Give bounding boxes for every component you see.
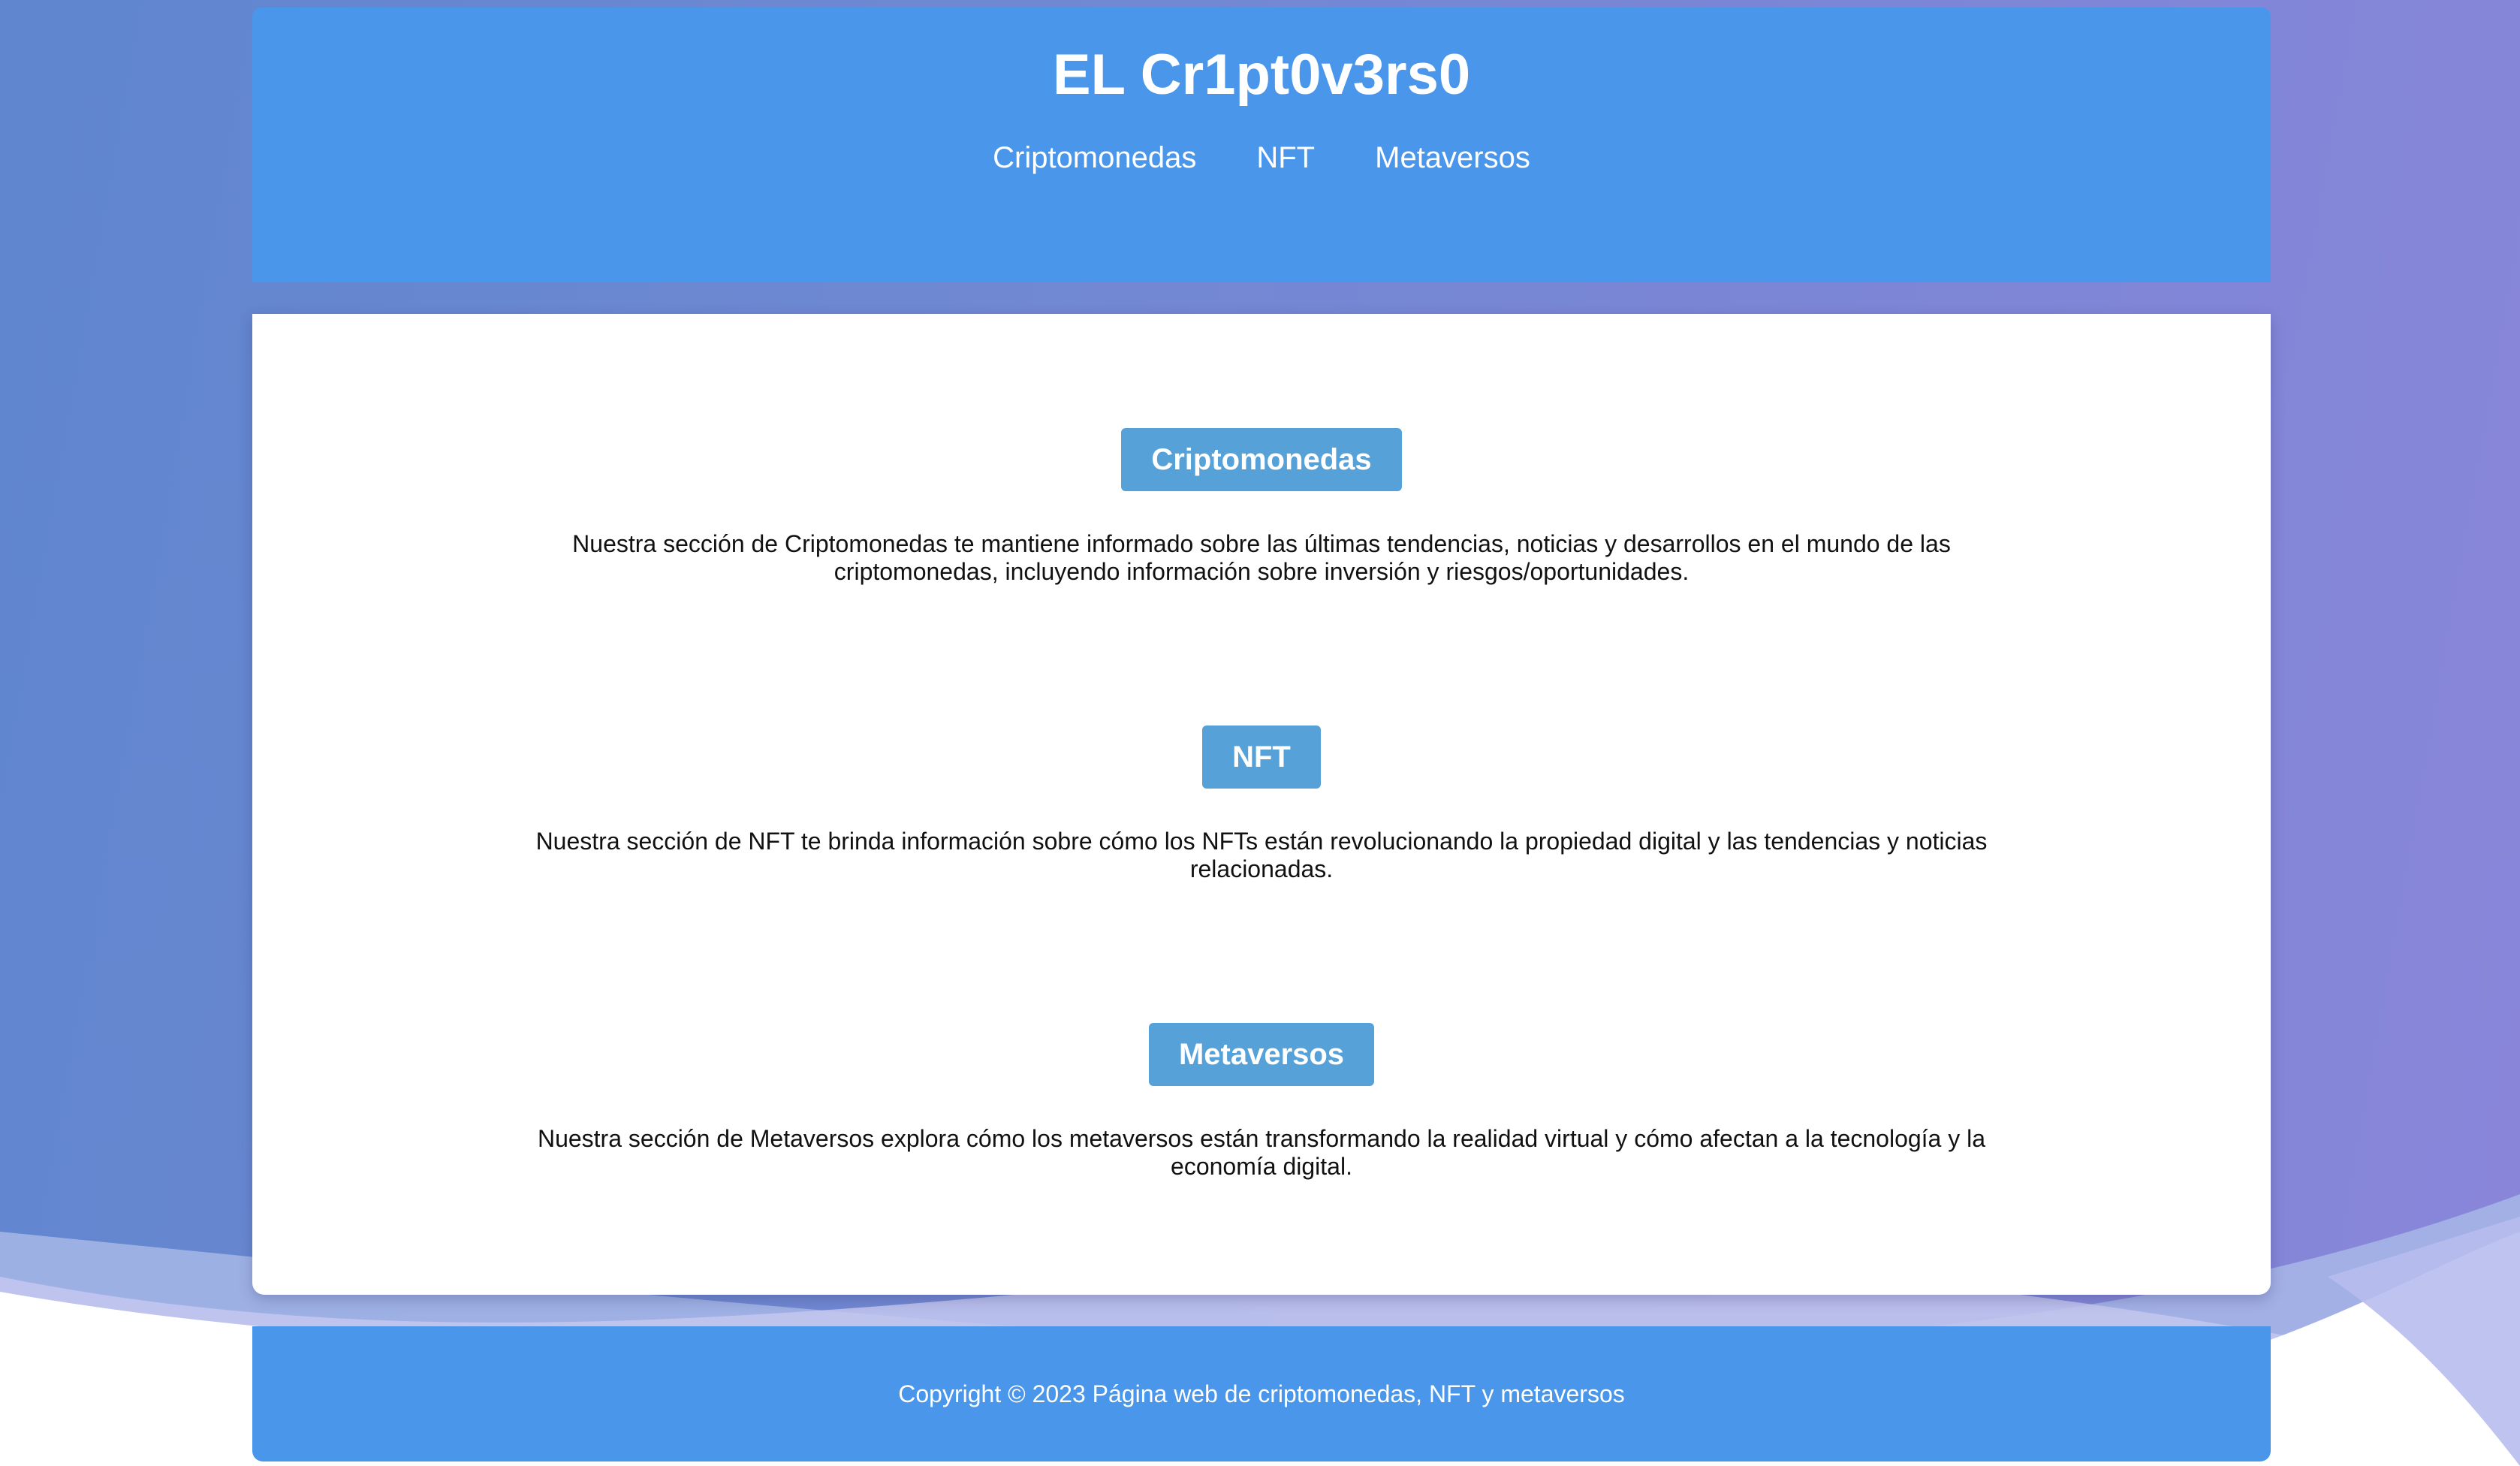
section-text-criptomonedas: Nuestra sección de Criptomonedas te mant… [572, 530, 1951, 585]
section-heading-nft[interactable]: NFT [1202, 725, 1321, 789]
main-nav: Criptomonedas NFT Metaversos [252, 137, 2271, 179]
section-heading-criptomonedas[interactable]: Criptomonedas [1121, 428, 1402, 491]
section-criptomonedas: Criptomonedas Nuestra sección de Criptom… [252, 428, 2271, 586]
page-container: EL Cr1pt0v3rs0 Criptomonedas NFT Metaver… [252, 8, 2271, 1461]
section-heading-metaversos[interactable]: Metaversos [1148, 1023, 1375, 1086]
footer-copyright: Copyright © 2023 Página web de criptomon… [898, 1380, 1625, 1407]
section-text-metaversos: Nuestra sección de Metaversos explora có… [537, 1125, 1986, 1180]
section-nft: NFT Nuestra sección de NFT te brinda inf… [252, 725, 2271, 883]
site-footer: Copyright © 2023 Página web de criptomon… [252, 1326, 2271, 1461]
main-content: Criptomonedas Nuestra sección de Criptom… [252, 314, 2271, 1295]
section-text-nft: Nuestra sección de NFT te brinda informa… [535, 828, 1988, 882]
nav-link-criptomonedas[interactable]: Criptomonedas [993, 137, 1196, 179]
site-header: EL Cr1pt0v3rs0 Criptomonedas NFT Metaver… [252, 8, 2271, 282]
site-title: EL Cr1pt0v3rs0 [1052, 43, 1471, 107]
nav-link-nft[interactable]: NFT [1256, 137, 1315, 179]
section-metaversos: Metaversos Nuestra sección de Metaversos… [252, 1023, 2271, 1181]
nav-link-metaversos[interactable]: Metaversos [1375, 137, 1530, 179]
